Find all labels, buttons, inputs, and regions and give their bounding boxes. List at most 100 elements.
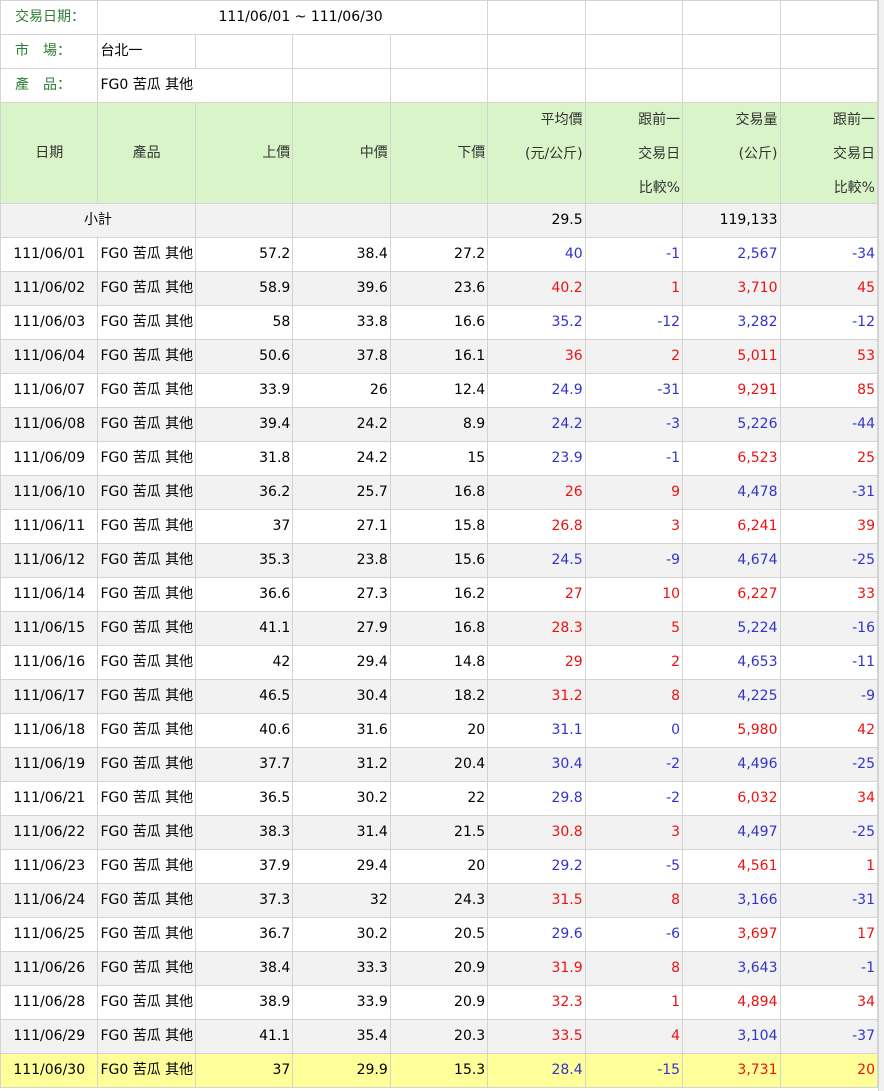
cell-volume[interactable]: 4,496 (682, 747, 781, 782)
cell-product[interactable]: FG0 苦瓜 其他 (97, 951, 196, 986)
cell-low-price[interactable]: 15.3 (389, 1053, 489, 1088)
cell-date[interactable]: 111/06/10 (0, 475, 99, 510)
cell-date[interactable]: 111/06/25 (0, 917, 99, 952)
cell-mid-price[interactable]: 27.9 (292, 611, 391, 646)
cell-product[interactable]: FG0 苦瓜 其他 (97, 985, 196, 1020)
subtotal-volume[interactable]: 119,133 (682, 203, 781, 238)
cell-avg-compare[interactable]: 8 (584, 883, 684, 918)
header-low-price[interactable]: 下價 (389, 102, 489, 204)
cell-date[interactable]: 111/06/21 (0, 781, 99, 816)
cell-date[interactable]: 111/06/19 (0, 747, 99, 782)
cell-product[interactable]: FG0 苦瓜 其他 (97, 679, 196, 714)
cell-high-price[interactable]: 40.6 (194, 713, 294, 748)
empty-cell[interactable] (584, 34, 684, 69)
cell-volume-compare[interactable]: 42 (779, 713, 879, 748)
cell-avg-compare[interactable]: 4 (584, 1019, 684, 1054)
cell-avg-compare[interactable]: -2 (584, 747, 684, 782)
cell-high-price[interactable]: 42 (194, 645, 294, 680)
cell-high-price[interactable]: 36.5 (194, 781, 294, 816)
cell-date[interactable]: 111/06/09 (0, 441, 99, 476)
cell-mid-price[interactable]: 30.2 (292, 781, 391, 816)
cell-low-price[interactable]: 20.5 (389, 917, 489, 952)
cell-avg-compare[interactable]: -3 (584, 407, 684, 442)
cell-volume[interactable]: 2,567 (682, 237, 781, 272)
cell-product[interactable]: FG0 苦瓜 其他 (97, 475, 196, 510)
cell-avg-price[interactable]: 26.8 (487, 509, 586, 544)
cell-product[interactable]: FG0 苦瓜 其他 (97, 883, 196, 918)
cell-date[interactable]: 111/06/02 (0, 271, 99, 306)
cell-volume[interactable]: 6,523 (682, 441, 781, 476)
cell-avg-price[interactable]: 31.5 (487, 883, 586, 918)
cell-low-price[interactable]: 21.5 (389, 815, 489, 850)
empty-cell[interactable] (292, 68, 391, 103)
cell-date[interactable]: 111/06/18 (0, 713, 99, 748)
cell-date[interactable]: 111/06/11 (0, 509, 99, 544)
cell-avg-price[interactable]: 31.1 (487, 713, 586, 748)
cell-volume-compare[interactable]: 25 (779, 441, 879, 476)
cell-volume[interactable]: 3,697 (682, 917, 781, 952)
cell-avg-price[interactable]: 32.3 (487, 985, 586, 1020)
cell-volume[interactable]: 4,674 (682, 543, 781, 578)
cell-date[interactable]: 111/06/17 (0, 679, 99, 714)
cell-avg-price[interactable]: 30.4 (487, 747, 586, 782)
cell-product[interactable]: FG0 苦瓜 其他 (97, 645, 196, 680)
cell-date[interactable]: 111/06/03 (0, 305, 99, 340)
cell-date[interactable]: 111/06/29 (0, 1019, 99, 1054)
cell-avg-price[interactable]: 31.2 (487, 679, 586, 714)
empty-cell[interactable] (194, 34, 294, 69)
cell-low-price[interactable]: 20 (389, 713, 489, 748)
cell-volume-compare[interactable]: 1 (779, 849, 879, 884)
cell-avg-price[interactable]: 31.9 (487, 951, 586, 986)
cell-avg-compare[interactable]: 8 (584, 951, 684, 986)
cell-avg-compare[interactable]: 10 (584, 577, 684, 612)
cell-product[interactable]: FG0 苦瓜 其他 (97, 747, 196, 782)
cell-high-price[interactable]: 37.7 (194, 747, 294, 782)
empty-cell[interactable] (389, 34, 489, 69)
cell-low-price[interactable]: 20.3 (389, 1019, 489, 1054)
cell-volume[interactable]: 4,478 (682, 475, 781, 510)
cell-volume[interactable]: 6,227 (682, 577, 781, 612)
cell-high-price[interactable]: 41.1 (194, 1019, 294, 1054)
cell-volume-compare[interactable]: -25 (779, 747, 879, 782)
cell-high-price[interactable]: 50.6 (194, 339, 294, 374)
cell-avg-price[interactable]: 30.8 (487, 815, 586, 850)
cell-high-price[interactable]: 35.3 (194, 543, 294, 578)
cell-mid-price[interactable]: 33.3 (292, 951, 391, 986)
cell-date[interactable]: 111/06/08 (0, 407, 99, 442)
cell-volume[interactable]: 4,225 (682, 679, 781, 714)
cell-date[interactable]: 111/06/24 (0, 883, 99, 918)
cell-avg-compare[interactable]: -2 (584, 781, 684, 816)
cell-avg-price[interactable]: 28.3 (487, 611, 586, 646)
header-date[interactable]: 日期 (0, 102, 99, 204)
cell-avg-price[interactable]: 29.8 (487, 781, 586, 816)
empty-cell[interactable] (779, 0, 879, 35)
cell-high-price[interactable]: 58.9 (194, 271, 294, 306)
empty-cell[interactable] (292, 203, 391, 238)
cell-mid-price[interactable]: 39.6 (292, 271, 391, 306)
cell-avg-compare[interactable]: 1 (584, 271, 684, 306)
cell-volume-compare[interactable]: 39 (779, 509, 879, 544)
cell-avg-price[interactable]: 29 (487, 645, 586, 680)
cell-avg-compare[interactable]: -6 (584, 917, 684, 952)
cell-avg-compare[interactable]: -5 (584, 849, 684, 884)
cell-mid-price[interactable]: 37.8 (292, 339, 391, 374)
cell-volume[interactable]: 3,643 (682, 951, 781, 986)
cell-avg-compare[interactable]: 1 (584, 985, 684, 1020)
cell-high-price[interactable]: 46.5 (194, 679, 294, 714)
empty-cell[interactable] (779, 68, 879, 103)
cell-low-price[interactable]: 16.8 (389, 475, 489, 510)
cell-date[interactable]: 111/06/23 (0, 849, 99, 884)
cell-mid-price[interactable]: 25.7 (292, 475, 391, 510)
cell-product[interactable]: FG0 苦瓜 其他 (97, 441, 196, 476)
date-range-value[interactable]: 111/06/01 ~ 111/06/30 (97, 0, 489, 35)
empty-cell[interactable] (487, 34, 586, 69)
cell-mid-price[interactable]: 29.9 (292, 1053, 391, 1088)
header-high-price[interactable]: 上價 (194, 102, 294, 204)
cell-volume[interactable]: 5,224 (682, 611, 781, 646)
header-avg-price[interactable]: 平均價 (元/公斤) (487, 102, 586, 204)
cell-product[interactable]: FG0 苦瓜 其他 (97, 577, 196, 612)
empty-cell[interactable] (779, 203, 879, 238)
cell-date[interactable]: 111/06/01 (0, 237, 99, 272)
cell-avg-compare[interactable]: 9 (584, 475, 684, 510)
cell-volume-compare[interactable]: -16 (779, 611, 879, 646)
